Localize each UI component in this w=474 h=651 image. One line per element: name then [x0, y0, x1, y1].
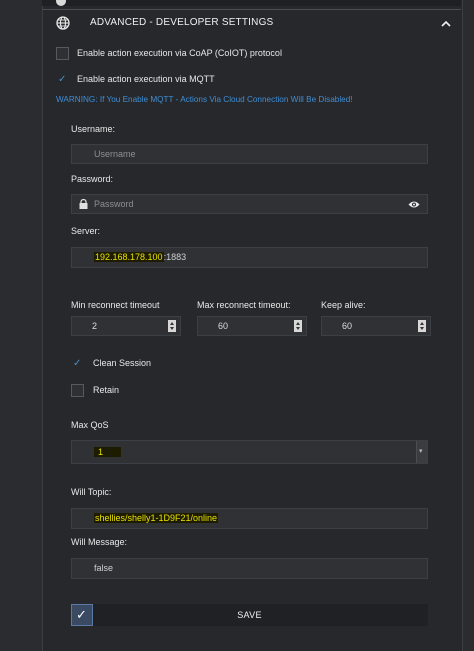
username-placeholder: Username [94, 149, 136, 159]
max-qos-value: 1 [94, 447, 122, 457]
max-qos-select[interactable]: 1 ▾ [71, 440, 428, 464]
eye-icon[interactable] [408, 200, 420, 209]
mqtt-warning: WARNING: If You Enable MQTT - Actions Vi… [56, 95, 353, 104]
will-topic-text: shellies/shelly1-1D9F21/online [94, 513, 219, 523]
section-title: ADVANCED - DEVELOPER SETTINGS [90, 17, 274, 28]
stepper-icon[interactable] [168, 320, 176, 332]
password-label: Password: [71, 174, 114, 184]
will-message-field[interactable]: false [71, 558, 428, 579]
max-reconnect-label: Max reconnect timeout: [197, 300, 291, 310]
checkmark-icon: ✓ [73, 358, 82, 369]
keep-alive-input[interactable]: 60 [321, 316, 431, 336]
password-placeholder: Password [94, 199, 134, 209]
mqtt-checkbox[interactable]: ✓ [56, 73, 69, 86]
stepper-icon[interactable] [294, 320, 302, 332]
password-field[interactable]: Password [71, 194, 428, 214]
checkmark-icon: ✓ [76, 607, 87, 622]
chevron-up-icon[interactable] [440, 18, 452, 30]
will-topic-value: shellies/shelly1-1D9F21/online [94, 513, 219, 523]
save-checkbox[interactable]: ✓ [71, 604, 93, 626]
save-button[interactable]: SAVE ✓ [71, 604, 428, 626]
server-value: 192.168.178.100:1883 [94, 252, 186, 262]
clean-session-label: Clean Session [93, 358, 152, 368]
server-field[interactable]: 192.168.178.100:1883 [71, 247, 428, 268]
checkmark-icon: ✓ [58, 74, 67, 85]
chevron-down-icon: ▾ [419, 448, 423, 455]
section-header[interactable]: ADVANCED - DEVELOPER SETTINGS [42, 9, 461, 36]
min-reconnect-label: Min reconnect timeout [71, 300, 160, 310]
will-message-label: Will Message: [71, 537, 128, 547]
retain-checkbox[interactable] [71, 384, 84, 397]
server-label: Server: [71, 226, 101, 236]
keep-alive-label: Keep alive: [321, 300, 366, 310]
max-reconnect-value: 60 [218, 321, 229, 331]
max-qos-selected: 1 [94, 447, 122, 457]
max-qos-label: Max QoS [71, 420, 109, 430]
max-reconnect-input[interactable]: 60 [197, 316, 307, 336]
lock-icon [79, 199, 88, 209]
will-topic-label: Will Topic: [71, 487, 112, 497]
globe-icon [56, 16, 70, 30]
dropdown-arrow[interactable]: ▾ [416, 441, 427, 463]
panel-top-edge [42, 0, 461, 6]
save-label: SAVE [237, 610, 262, 620]
coap-checkbox[interactable] [56, 47, 69, 60]
coap-label: Enable action execution via CoAP (CoIOT)… [77, 48, 282, 58]
mqtt-label: Enable action execution via MQTT [77, 74, 215, 84]
will-message-value: false [94, 563, 114, 573]
username-field[interactable]: Username [71, 144, 428, 164]
will-topic-field[interactable]: shellies/shelly1-1D9F21/online [71, 508, 428, 529]
min-reconnect-value: 2 [92, 321, 98, 331]
server-ip: 192.168.178.100 [94, 252, 164, 262]
stepper-icon[interactable] [418, 320, 426, 332]
clean-session-checkbox[interactable]: ✓ [71, 357, 84, 370]
keep-alive-value: 60 [342, 321, 353, 331]
min-reconnect-input[interactable]: 2 [71, 316, 181, 336]
retain-label: Retain [93, 385, 120, 395]
server-port: :1883 [163, 252, 187, 262]
username-label: Username: [71, 124, 116, 134]
